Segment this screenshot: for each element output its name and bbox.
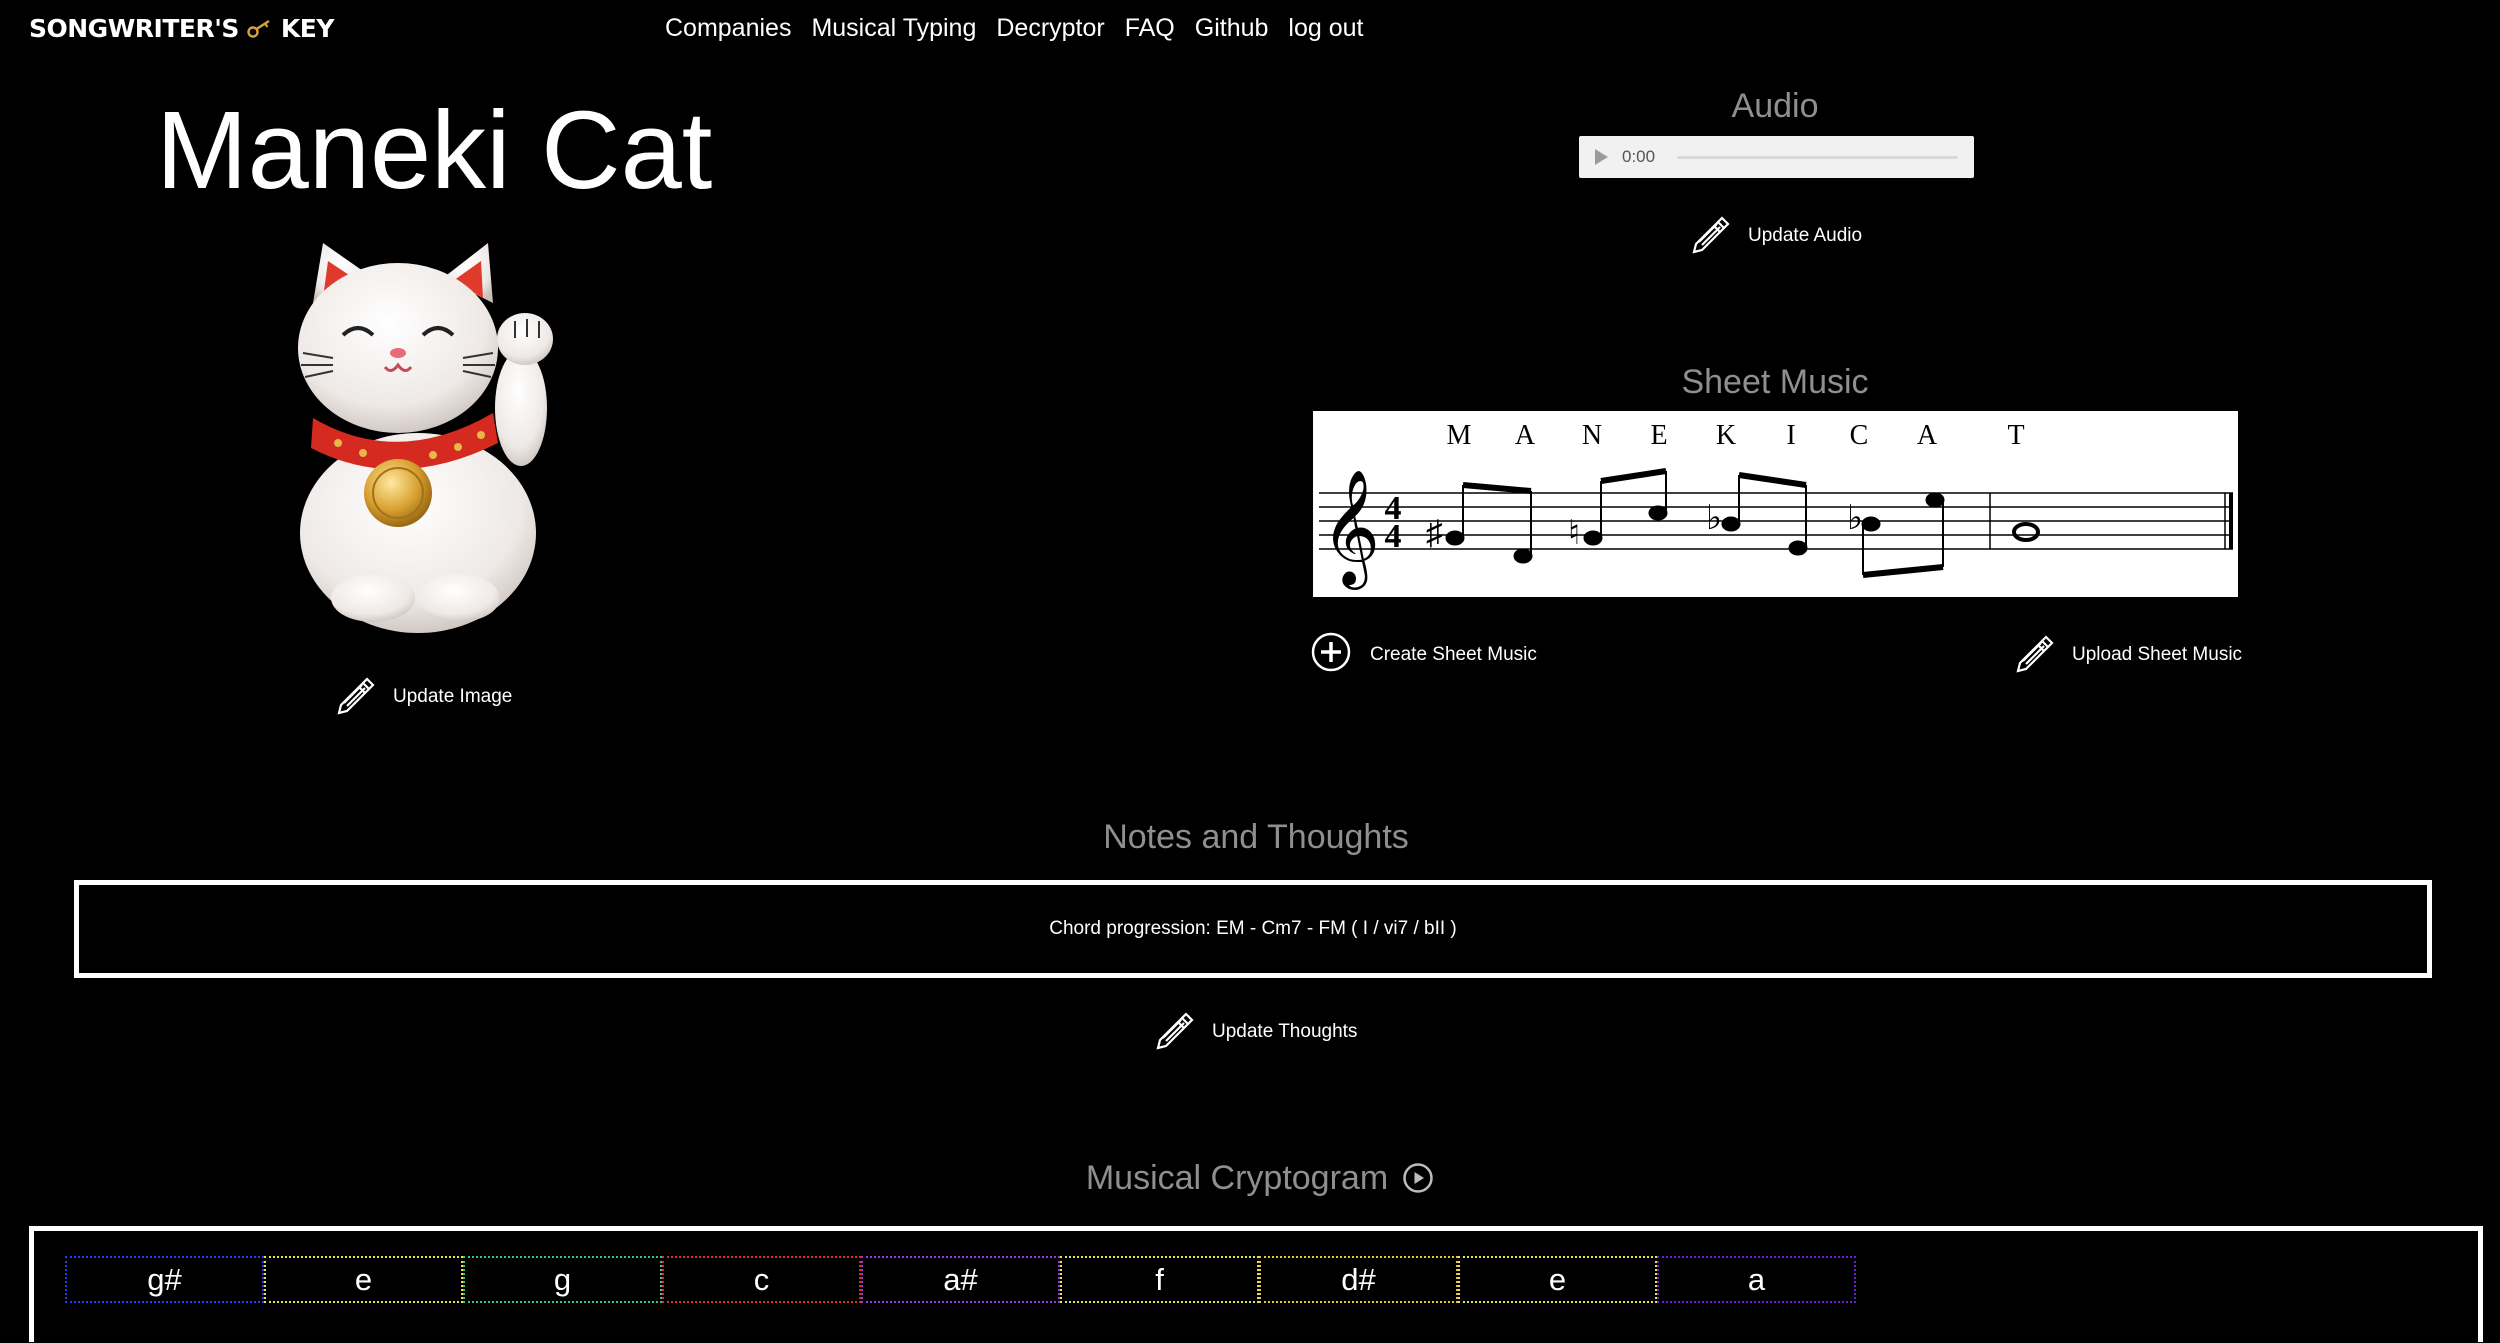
play-circle-icon[interactable] bbox=[1402, 1162, 1434, 1194]
cryptogram-box: g# e g c a# f d# e a bbox=[29, 1226, 2483, 1342]
sheet-letter: N bbox=[1582, 420, 1602, 451]
upload-sheet-music-label: Upload Sheet Music bbox=[2072, 643, 2243, 665]
time-signature-bottom: 4 bbox=[1385, 518, 1402, 555]
nav-musical-typing[interactable]: Musical Typing bbox=[811, 10, 976, 46]
key-icon bbox=[247, 19, 273, 39]
treble-clef-icon: 𝄞 bbox=[1321, 471, 1380, 590]
site-logo[interactable]: SONGWRITER'S KEY bbox=[29, 12, 334, 46]
sheet-letter: A bbox=[1917, 420, 1938, 451]
nav-github[interactable]: Github bbox=[1195, 10, 1269, 46]
cryptogram-note-cell[interactable]: g bbox=[463, 1256, 662, 1303]
audio-player[interactable]: 0:00 bbox=[1579, 136, 1974, 178]
audio-progress-bar[interactable] bbox=[1677, 155, 1958, 159]
pencil-icon bbox=[333, 673, 375, 720]
logo-text-right: KEY bbox=[280, 14, 335, 43]
sheet-letter: T bbox=[2007, 420, 2024, 451]
song-image bbox=[293, 243, 563, 633]
notes-box: Chord progression: EM - Cm7 - FM ( I / v… bbox=[74, 880, 2432, 978]
cryptogram-note-cell[interactable]: e bbox=[1458, 1256, 1657, 1303]
update-audio-button[interactable]: Update Audio bbox=[1688, 212, 1862, 259]
sheet-music-section-title: Sheet Music bbox=[1681, 363, 1869, 401]
svg-text:♯: ♯ bbox=[1426, 515, 1443, 552]
nav-log-out[interactable]: log out bbox=[1288, 10, 1363, 46]
audio-section-title: Audio bbox=[1731, 87, 1819, 125]
nav-decryptor[interactable]: Decryptor bbox=[996, 10, 1104, 46]
play-icon[interactable] bbox=[1595, 149, 1608, 165]
cryptogram-note-cell[interactable]: g# bbox=[65, 1256, 264, 1303]
update-thoughts-button[interactable]: Update Thoughts bbox=[1152, 1008, 1357, 1055]
sheet-letter: C bbox=[1850, 420, 1869, 451]
notes-text: Chord progression: EM - Cm7 - FM ( I / v… bbox=[1049, 918, 1457, 939]
cryptogram-note-cell[interactable]: d# bbox=[1259, 1256, 1458, 1303]
update-thoughts-label: Update Thoughts bbox=[1212, 1020, 1358, 1042]
cryptogram-note-cell[interactable]: c bbox=[662, 1256, 861, 1303]
song-title: Maneki Cat bbox=[156, 89, 713, 212]
main-nav: Companies Musical Typing Decryptor FAQ G… bbox=[665, 10, 1383, 46]
cryptogram-note-cell[interactable]: a bbox=[1657, 1256, 1856, 1303]
notes-section-title: Notes and Thoughts bbox=[1103, 818, 1409, 856]
cryptogram-title-text: Musical Cryptogram bbox=[1085, 1159, 1389, 1197]
update-image-button[interactable]: Update Image bbox=[333, 673, 512, 720]
sheet-letter: A bbox=[1515, 420, 1536, 451]
svg-text:♮: ♮ bbox=[1568, 515, 1580, 552]
create-sheet-music-button[interactable]: Create Sheet Music bbox=[1310, 631, 1537, 678]
upload-sheet-music-button[interactable]: Upload Sheet Music bbox=[2012, 631, 2242, 678]
create-sheet-music-label: Create Sheet Music bbox=[1370, 643, 1537, 665]
pencil-icon bbox=[1688, 212, 1730, 259]
pencil-icon bbox=[1152, 1008, 1194, 1055]
sheet-music-image: M A N E K I C A T 𝄞 4 4 ♯ ♮ ♭ ♭ bbox=[1313, 411, 2238, 597]
nav-faq[interactable]: FAQ bbox=[1125, 10, 1175, 46]
logo-text-left: SONGWRITER'S bbox=[29, 14, 239, 43]
nav-companies[interactable]: Companies bbox=[665, 10, 791, 46]
sheet-letter: E bbox=[1650, 420, 1667, 451]
svg-text:♭: ♭ bbox=[1847, 500, 1863, 537]
audio-time: 0:00 bbox=[1622, 147, 1656, 166]
sheet-letter: K bbox=[1716, 420, 1736, 451]
cryptogram-section-title: Musical Cryptogram bbox=[1000, 1158, 1520, 1198]
cryptogram-note-cell[interactable]: f bbox=[1060, 1256, 1259, 1303]
svg-text:♭: ♭ bbox=[1706, 500, 1722, 537]
cryptogram-cells: g# e g c a# f d# e a bbox=[65, 1256, 1856, 1303]
cryptogram-note-cell[interactable]: a# bbox=[861, 1256, 1060, 1303]
sheet-letter: M bbox=[1447, 420, 1472, 451]
update-image-label: Update Image bbox=[393, 685, 513, 707]
plus-circle-icon bbox=[1310, 631, 1352, 678]
cryptogram-note-cell[interactable]: e bbox=[264, 1256, 463, 1303]
sheet-letter: I bbox=[1786, 420, 1795, 451]
update-audio-label: Update Audio bbox=[1748, 224, 1863, 246]
pencil-icon bbox=[2012, 631, 2054, 678]
